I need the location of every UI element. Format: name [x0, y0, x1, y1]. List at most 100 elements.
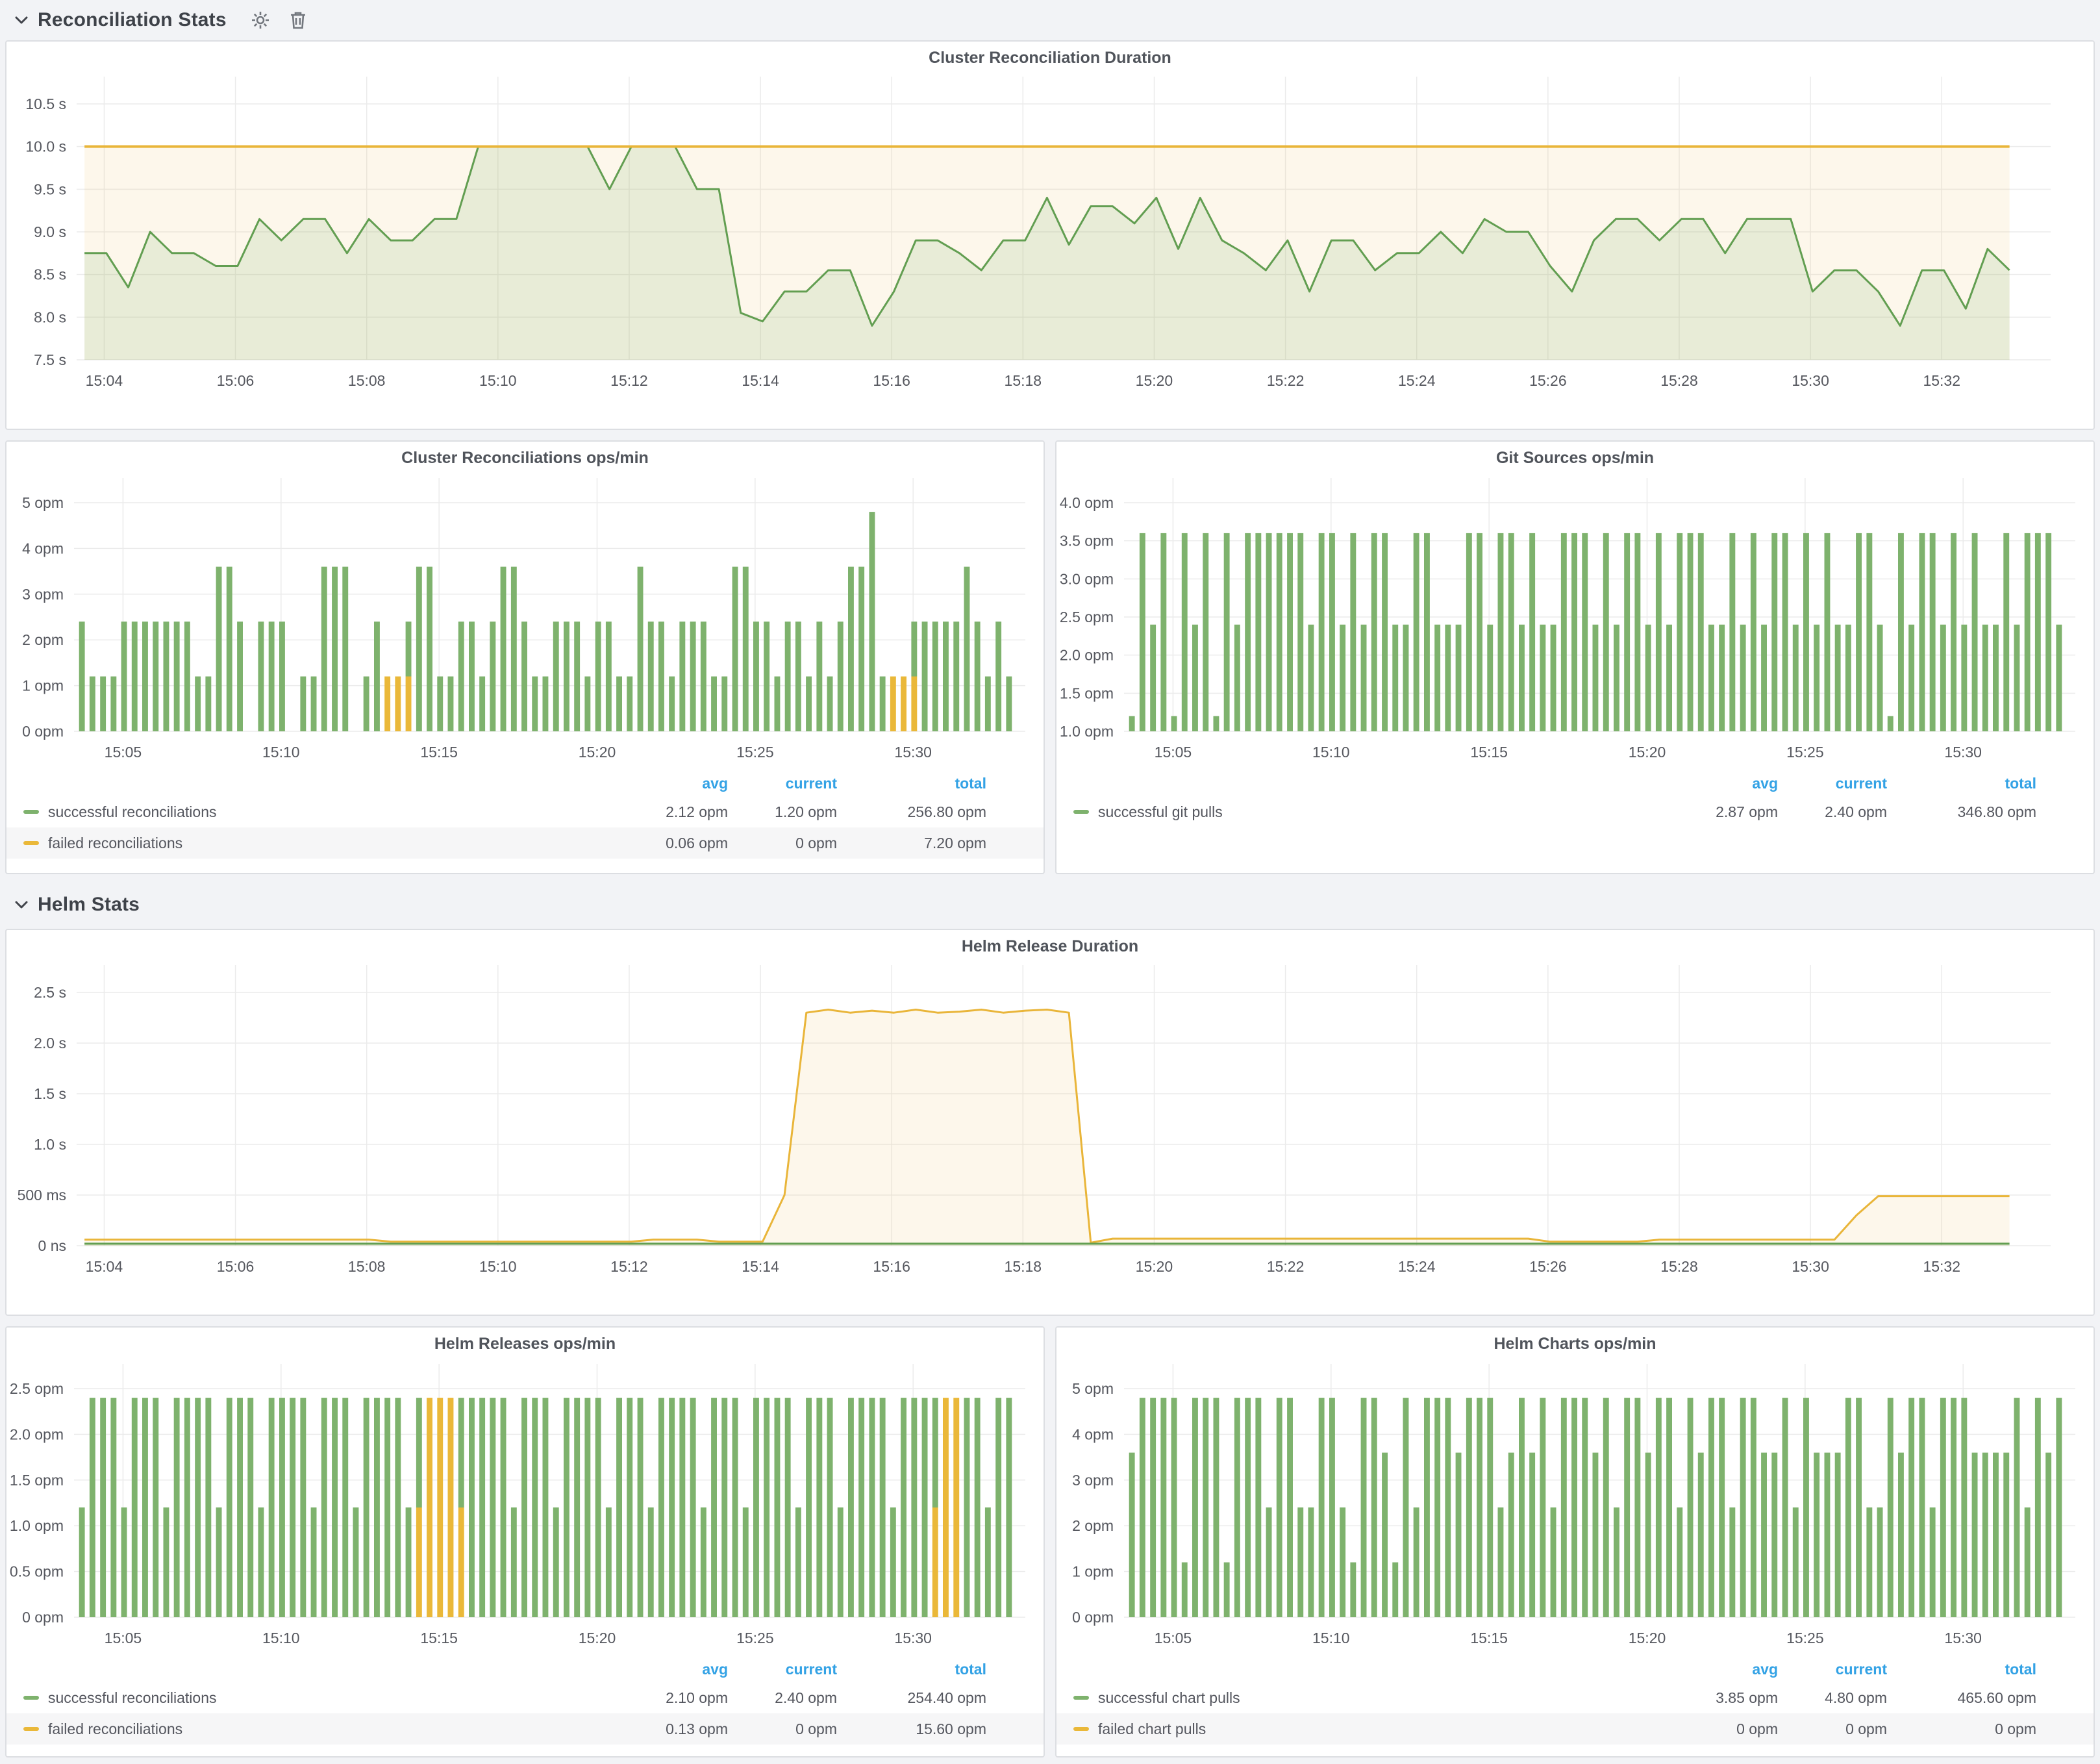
legend-stat: 0.06 opm	[618, 835, 728, 852]
legend-series-name[interactable]: successful chart pulls	[1098, 1689, 1240, 1707]
helm-charts-opm-chart[interactable]: 15:0515:1015:1515:2015:2515:300 opm1 opm…	[1056, 1360, 2092, 1654]
svg-text:10.5 s: 10.5 s	[25, 95, 66, 112]
svg-text:1.5 s: 1.5 s	[34, 1085, 66, 1102]
svg-text:0.5 opm: 0.5 opm	[10, 1563, 64, 1580]
legend-stat: 0 opm	[728, 1720, 837, 1738]
svg-text:4 opm: 4 opm	[22, 540, 64, 557]
svg-text:4 opm: 4 opm	[1072, 1426, 1114, 1443]
svg-text:15:05: 15:05	[105, 1630, 142, 1646]
svg-text:0 opm: 0 opm	[1072, 1609, 1114, 1626]
svg-text:1.5 opm: 1.5 opm	[1060, 685, 1114, 701]
legend-col-avg[interactable]: avg	[1668, 1661, 1778, 1678]
svg-text:15:26: 15:26	[1529, 372, 1567, 389]
svg-text:9.0 s: 9.0 s	[34, 223, 66, 240]
svg-text:15:10: 15:10	[262, 744, 300, 761]
svg-text:15:32: 15:32	[1923, 372, 1960, 389]
legend-stat: 4.80 opm	[1778, 1689, 1887, 1707]
legend-series-name[interactable]: successful reconciliations	[48, 803, 217, 821]
legend-col-avg[interactable]: avg	[618, 1661, 728, 1678]
legend-col-avg[interactable]: avg	[1668, 775, 1778, 792]
panel-title[interactable]: Git Sources ops/min	[1056, 442, 2094, 474]
svg-text:8.0 s: 8.0 s	[34, 309, 66, 325]
panel-cluster-reconciliations-opm: Cluster Reconciliations ops/min 15:05 15:…	[5, 440, 1045, 874]
svg-text:15:28: 15:28	[1660, 372, 1698, 389]
series-color-swatch	[23, 810, 39, 814]
panel-title[interactable]: Cluster Reconciliations ops/min	[6, 442, 1044, 474]
svg-text:15:06: 15:06	[217, 372, 255, 389]
svg-text:15:30: 15:30	[1944, 744, 1982, 761]
panel-title[interactable]: Helm Release Duration	[6, 930, 2094, 963]
svg-text:15:20: 15:20	[579, 744, 616, 761]
legend-stat: 0 opm	[728, 835, 837, 852]
svg-text:2.0 opm: 2.0 opm	[10, 1426, 64, 1443]
svg-text:9.5 s: 9.5 s	[34, 181, 66, 197]
svg-text:1.0 opm: 1.0 opm	[1060, 723, 1114, 740]
panel-git-sources-opm: Git Sources ops/min 15:0515:1015:1515:20…	[1055, 440, 2095, 874]
legend-series-name[interactable]: successful reconciliations	[48, 1689, 217, 1707]
legend-stat: 2.40 opm	[728, 1689, 837, 1707]
legend-series-name[interactable]: successful git pulls	[1098, 803, 1223, 821]
svg-text:15:05: 15:05	[105, 744, 142, 761]
chevron-down-icon[interactable]	[14, 16, 29, 25]
legend-series-name[interactable]: failed chart pulls	[1098, 1720, 1206, 1738]
legend-col-total[interactable]: total	[1887, 775, 2036, 792]
svg-text:15:10: 15:10	[1312, 744, 1350, 761]
legend-stat: 256.80 opm	[837, 803, 986, 821]
svg-text:15:06: 15:06	[217, 1258, 255, 1275]
legend-row: successful git pulls2.87 opm2.40 opm346.…	[1056, 796, 2094, 827]
helm-release-duration-chart[interactable]: 15:0415:0615:0815:1015:1215:1415:1615:18…	[6, 963, 2095, 1285]
svg-text:8.5 s: 8.5 s	[34, 266, 66, 283]
panel-title[interactable]: Helm Charts ops/min	[1056, 1328, 2094, 1360]
series-color-swatch	[23, 1727, 39, 1731]
svg-text:1 opm: 1 opm	[22, 677, 64, 694]
panel-title[interactable]: Helm Releases ops/min	[6, 1328, 1044, 1360]
svg-text:15:15: 15:15	[1470, 744, 1508, 761]
svg-text:15:26: 15:26	[1529, 1258, 1567, 1275]
legend-col-total[interactable]: total	[837, 775, 986, 792]
legend-col-current[interactable]: current	[1778, 1661, 1887, 1678]
legend-col-current[interactable]: current	[728, 775, 837, 792]
svg-text:15:12: 15:12	[610, 372, 648, 389]
panel-title[interactable]: Cluster Reconciliation Duration	[6, 42, 2094, 74]
dashboard: Reconciliation Stats Cluster Reconciliat…	[0, 0, 2100, 1758]
chevron-down-icon[interactable]	[14, 900, 29, 909]
svg-text:15:15: 15:15	[1470, 1630, 1508, 1646]
legend-col-current[interactable]: current	[728, 1661, 837, 1678]
svg-text:15:14: 15:14	[742, 372, 779, 389]
svg-text:15:30: 15:30	[1944, 1630, 1982, 1646]
svg-text:15:28: 15:28	[1660, 1258, 1698, 1275]
legend-row: failed chart pulls0 opm0 opm0 opm	[1056, 1713, 2094, 1745]
section-title: Reconciliation Stats	[38, 9, 227, 31]
section-header-reconciliation-stats[interactable]: Reconciliation Stats	[0, 0, 2100, 40]
cluster-reconciliations-opm-chart[interactable]: 15:0515:1015:1515:2015:2515:300 opm1 opm…	[6, 474, 1042, 768]
legend-col-total[interactable]: total	[837, 1661, 986, 1678]
svg-text:7.5 s: 7.5 s	[34, 351, 66, 368]
legend-table: avgcurrenttotal successful chart pulls3.8…	[1056, 1656, 2094, 1745]
svg-text:1.0 opm: 1.0 opm	[10, 1517, 64, 1534]
legend-header-row: avgcurrenttotal	[6, 770, 1044, 796]
legend-series-name[interactable]: failed reconciliations	[48, 1720, 182, 1738]
svg-text:15:10: 15:10	[262, 1630, 300, 1646]
legend-series-name[interactable]: failed reconciliations	[48, 835, 182, 852]
svg-text:15:10: 15:10	[1312, 1630, 1350, 1646]
legend-col-avg[interactable]: avg	[618, 775, 728, 792]
git-sources-opm-chart[interactable]: 15:0515:1015:1515:2015:2515:301.0 opm1.5…	[1056, 474, 2092, 768]
svg-text:3.5 opm: 3.5 opm	[1060, 533, 1114, 549]
gear-icon[interactable]	[250, 10, 271, 31]
legend-col-current[interactable]: current	[1778, 775, 1887, 792]
svg-text:15:04: 15:04	[86, 1258, 123, 1275]
series-color-swatch	[1073, 1727, 1089, 1731]
svg-text:0 opm: 0 opm	[22, 1609, 64, 1626]
helm-releases-opm-chart[interactable]: 15:0515:1015:1515:2015:2515:300 opm0.5 o…	[6, 1360, 1042, 1654]
section-title: Helm Stats	[38, 894, 140, 916]
series-color-swatch	[1073, 1696, 1089, 1700]
svg-text:15:20: 15:20	[1136, 372, 1173, 389]
cluster-reconciliation-duration-chart[interactable]: 15:0415:0615:0815:1015:1215:1415:1615:18…	[6, 74, 2095, 399]
section-header-helm-stats[interactable]: Helm Stats	[0, 885, 2100, 925]
trash-icon[interactable]	[289, 10, 307, 31]
svg-text:2 opm: 2 opm	[22, 631, 64, 648]
svg-text:1.0 s: 1.0 s	[34, 1136, 66, 1153]
legend-col-total[interactable]: total	[1887, 1661, 2036, 1678]
legend-row: successful chart pulls3.85 opm4.80 opm46…	[1056, 1682, 2094, 1713]
legend-stat: 0 opm	[1668, 1720, 1778, 1738]
